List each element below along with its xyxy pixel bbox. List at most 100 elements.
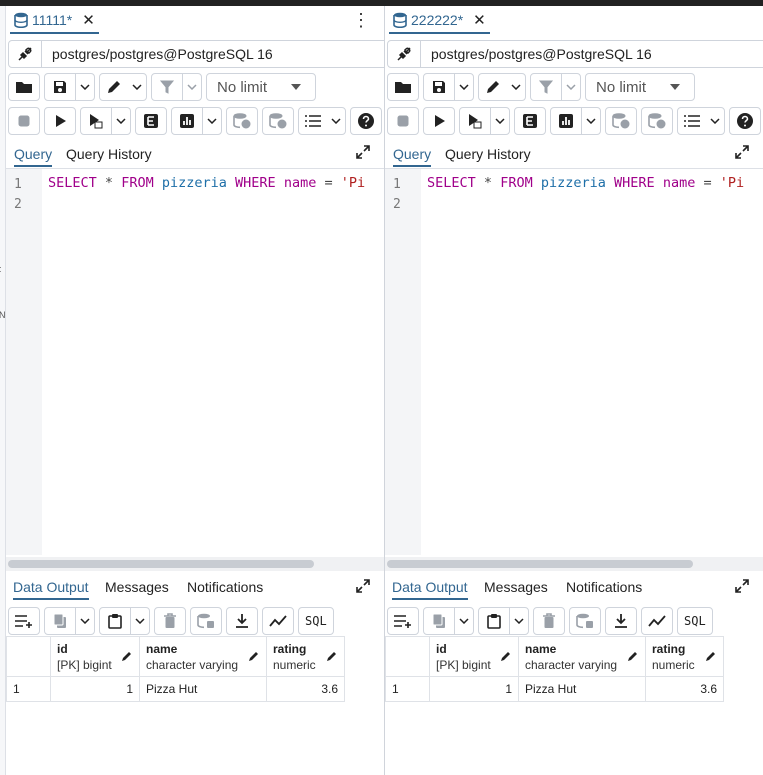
pencil-icon[interactable] [248, 650, 260, 662]
chevron-down-icon[interactable] [131, 608, 149, 634]
copy-button[interactable] [423, 607, 474, 635]
download-button[interactable] [605, 607, 637, 635]
chevron-down-icon[interactable] [327, 108, 345, 134]
macros-button[interactable] [298, 107, 346, 135]
execute-options-button[interactable] [80, 107, 131, 135]
expand-icon[interactable] [735, 579, 749, 596]
execute-options-button[interactable] [459, 107, 510, 135]
chevron-down-icon[interactable] [562, 74, 580, 100]
row-limit-select[interactable]: No limit [206, 73, 316, 101]
query-tab[interactable]: 11111* ✕ [10, 8, 99, 34]
explain-button[interactable] [514, 107, 546, 135]
save-file-button[interactable] [44, 73, 95, 101]
table-row[interactable]: 1 1 Pizza Hut 3.6 [385, 676, 724, 702]
paste-button[interactable] [478, 607, 529, 635]
help-button[interactable] [729, 107, 761, 135]
cell-name[interactable]: Pizza Hut [139, 676, 267, 702]
commit-button[interactable] [226, 107, 258, 135]
expand-icon[interactable] [356, 145, 370, 162]
edit-button[interactable] [99, 73, 147, 101]
column-header-id[interactable]: id [PK] bigint [429, 636, 519, 677]
connection-selector[interactable]: postgres/postgres@PostgreSQL 16 [387, 40, 763, 68]
tab-messages[interactable]: Messages [105, 579, 169, 595]
chevron-down-icon[interactable] [183, 74, 201, 100]
tab-query-history[interactable]: Query History [66, 146, 152, 162]
close-icon[interactable]: ✕ [473, 11, 486, 29]
add-row-button[interactable] [8, 607, 40, 635]
pencil-icon[interactable] [121, 650, 133, 662]
edit-button[interactable] [478, 73, 526, 101]
table-row[interactable]: 1 1 Pizza Hut 3.6 [6, 676, 345, 702]
row-number-cell[interactable]: 1 [385, 676, 430, 702]
delete-button[interactable] [154, 607, 186, 635]
plug-icon[interactable] [388, 41, 421, 67]
column-header-rating[interactable]: rating numeric [266, 636, 345, 677]
chevron-down-icon[interactable] [76, 608, 94, 634]
row-number-header[interactable] [6, 636, 51, 677]
chevron-down-icon[interactable] [507, 74, 525, 100]
explain-analyze-button[interactable] [171, 107, 222, 135]
rollback-button[interactable] [262, 107, 294, 135]
download-button[interactable] [226, 607, 258, 635]
stop-button[interactable] [387, 107, 419, 135]
filter-button[interactable] [151, 73, 202, 101]
column-header-name[interactable]: name character varying [518, 636, 646, 677]
editor-horizontal-scrollbar[interactable] [385, 557, 763, 571]
commit-button[interactable] [605, 107, 637, 135]
chevron-down-icon[interactable] [128, 74, 146, 100]
graph-visualiser-button[interactable] [262, 607, 294, 635]
close-icon[interactable]: ✕ [82, 11, 95, 29]
tab-notifications[interactable]: Notifications [187, 579, 263, 595]
chevron-down-icon[interactable] [203, 108, 221, 134]
rollback-button[interactable] [641, 107, 673, 135]
cell-rating[interactable]: 3.6 [645, 676, 724, 702]
tab-notifications[interactable]: Notifications [566, 579, 642, 595]
tab-messages[interactable]: Messages [484, 579, 548, 595]
open-file-button[interactable] [8, 73, 40, 101]
sql-editor[interactable]: 1 2 SELECT * FROM pizzeria WHERE name = … [385, 169, 763, 557]
explain-analyze-button[interactable] [550, 107, 601, 135]
expand-icon[interactable] [356, 579, 370, 596]
column-header-name[interactable]: name character varying [139, 636, 267, 677]
cell-id[interactable]: 1 [429, 676, 519, 702]
tab-query[interactable]: Query [14, 146, 53, 167]
tab-query-history[interactable]: Query History [445, 146, 531, 162]
chevron-down-icon[interactable] [706, 108, 724, 134]
chevron-down-icon[interactable] [76, 74, 94, 100]
scrollbar-thumb[interactable] [8, 560, 314, 568]
cell-rating[interactable]: 3.6 [266, 676, 345, 702]
chevron-down-icon[interactable] [510, 608, 528, 634]
connection-selector[interactable]: postgres/postgres@PostgreSQL 16 [8, 40, 384, 68]
chevron-down-icon[interactable] [491, 108, 509, 134]
sql-button[interactable]: SQL [298, 607, 334, 635]
copy-button[interactable] [44, 607, 95, 635]
column-header-rating[interactable]: rating numeric [645, 636, 724, 677]
help-button[interactable] [350, 107, 382, 135]
paste-button[interactable] [99, 607, 150, 635]
open-file-button[interactable] [387, 73, 419, 101]
execute-button[interactable] [423, 107, 455, 135]
pencil-icon[interactable] [627, 650, 639, 662]
query-tab[interactable]: 222222* ✕ [389, 8, 490, 34]
save-file-button[interactable] [423, 73, 474, 101]
row-number-cell[interactable]: 1 [6, 676, 51, 702]
sql-code-line[interactable]: SELECT * FROM pizzeria WHERE name = 'Pi [427, 175, 744, 191]
column-header-id[interactable]: id [PK] bigint [50, 636, 140, 677]
cell-id[interactable]: 1 [50, 676, 140, 702]
chevron-down-icon[interactable] [112, 108, 130, 134]
cell-name[interactable]: Pizza Hut [518, 676, 646, 702]
pencil-icon[interactable] [500, 650, 512, 662]
sql-button[interactable]: SQL [677, 607, 713, 635]
delete-button[interactable] [533, 607, 565, 635]
add-row-button[interactable] [387, 607, 419, 635]
expand-icon[interactable] [735, 145, 749, 162]
sql-editor[interactable]: 1 2 SELECT * FROM pizzeria WHERE name = … [6, 169, 384, 557]
sql-code-line[interactable]: SELECT * FROM pizzeria WHERE name = 'Pi [48, 175, 365, 191]
save-data-button[interactable] [569, 607, 601, 635]
filter-button[interactable] [530, 73, 581, 101]
chevron-down-icon[interactable] [582, 108, 600, 134]
tab-data-output[interactable]: Data Output [392, 579, 468, 600]
execute-button[interactable] [44, 107, 76, 135]
chevron-down-icon[interactable] [455, 74, 473, 100]
tab-data-output[interactable]: Data Output [13, 579, 89, 600]
